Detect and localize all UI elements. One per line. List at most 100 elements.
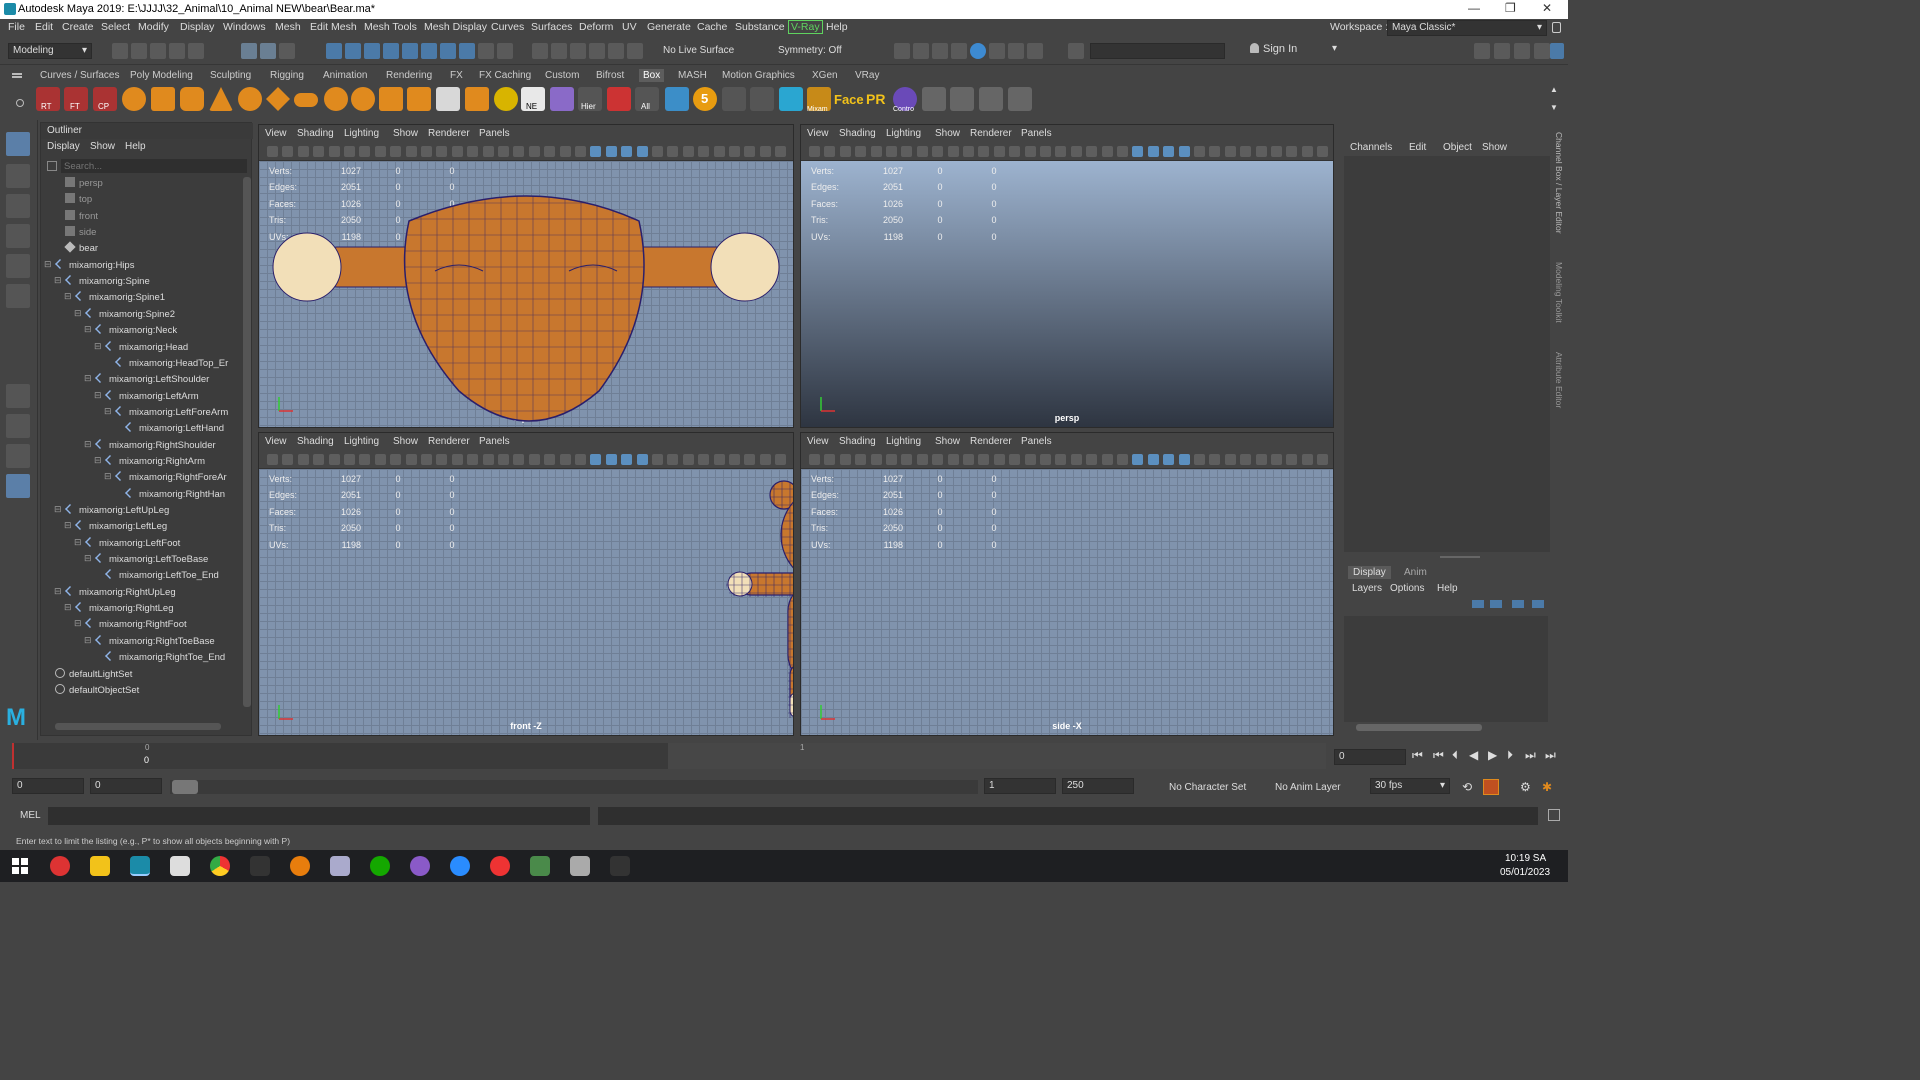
hypershade-icon[interactable]: [970, 43, 986, 59]
viewport-tool-icon[interactable]: [713, 146, 725, 157]
viewport-tool-icon[interactable]: [1224, 146, 1236, 157]
modeling-toolkit-icon[interactable]: [1474, 43, 1490, 59]
outliner-search-input[interactable]: [61, 159, 247, 173]
maya-taskbar-icon[interactable]: [130, 856, 150, 876]
viewport-menu-lighting[interactable]: Lighting: [344, 128, 379, 139]
expand-toggle-icon[interactable]: ⊟: [64, 291, 72, 302]
viewport-tool-icon[interactable]: [297, 454, 309, 465]
layer-tab-anim[interactable]: Anim: [1404, 567, 1427, 578]
viewport-menu-renderer[interactable]: Renderer: [428, 128, 470, 139]
undo-icon[interactable]: [169, 43, 185, 59]
viewport-tool-icon[interactable]: [451, 146, 463, 157]
reflection-icon[interactable]: [627, 43, 643, 59]
viewport-tool-icon[interactable]: [809, 454, 820, 465]
menu-deform[interactable]: Deform: [579, 21, 613, 33]
shelf-menu-icon[interactable]: [12, 73, 22, 75]
expand-toggle-icon[interactable]: ⊟: [104, 471, 112, 482]
outliner-node[interactable]: ⊟ mixamorig:LeftArm: [94, 390, 199, 406]
viewport-tool-icon[interactable]: [1240, 454, 1252, 465]
viewport-tool-icon[interactable]: [390, 454, 402, 465]
outliner-node[interactable]: defaultObjectSet: [55, 683, 139, 700]
viewport-tool-icon[interactable]: [421, 454, 432, 465]
outliner-node[interactable]: ⊟ mixamorig:LeftForeArm: [104, 406, 228, 422]
viewport-tool-icon[interactable]: [855, 146, 867, 157]
menu-mesh-tools[interactable]: Mesh Tools: [364, 21, 417, 33]
outliner-node[interactable]: defaultLightSet: [55, 667, 132, 684]
layer-move-up-icon[interactable]: [1472, 600, 1484, 608]
shelf-tab-curves-surfaces[interactable]: Curves / Surfaces: [40, 70, 119, 81]
viewport-tool-icon[interactable]: [513, 454, 525, 465]
cp-shelf-button[interactable]: CP: [93, 87, 117, 111]
shelf-tab-rigging[interactable]: Rigging: [270, 70, 304, 81]
viewport-tool-icon[interactable]: [590, 454, 602, 465]
viewport-tool-icon[interactable]: [775, 454, 787, 465]
outliner-node[interactable]: mixamorig:LeftHand: [125, 422, 224, 438]
viewport-tool-icon[interactable]: [498, 454, 509, 465]
shelf-tab-rendering[interactable]: Rendering: [386, 70, 432, 81]
viewport-tool-icon[interactable]: [1070, 146, 1082, 157]
quick-field[interactable]: [1090, 43, 1225, 59]
expand-toggle-icon[interactable]: ⊟: [94, 341, 102, 352]
outliner-node[interactable]: side: [65, 226, 96, 242]
tool-settings-icon[interactable]: [1514, 43, 1530, 59]
channel-box-icon[interactable]: [1534, 43, 1550, 59]
viewport-menu-show[interactable]: Show: [393, 436, 418, 447]
upwork-icon[interactable]: [370, 856, 390, 876]
viewport-menu-view[interactable]: View: [807, 128, 829, 139]
viewport-tool-icon[interactable]: [698, 454, 710, 465]
joint-tool-icon[interactable]: [665, 87, 689, 111]
select-object-icon[interactable]: [260, 43, 276, 59]
menu-file[interactable]: File: [8, 21, 25, 33]
outliner-menu-display[interactable]: Display: [47, 141, 80, 152]
viewport-tool-icon[interactable]: [1194, 454, 1205, 465]
viewport-tool-icon[interactable]: [744, 146, 756, 157]
viewport-menu-view[interactable]: View: [265, 128, 287, 139]
viewport-menu-shading[interactable]: Shading: [297, 436, 334, 447]
lasso-tool-icon[interactable]: [6, 164, 30, 188]
expand-toggle-icon[interactable]: ⊟: [74, 618, 82, 629]
viewport-tool-icon[interactable]: [901, 454, 913, 465]
viewport-tool-icon[interactable]: [1194, 146, 1205, 157]
viewport-tool-icon[interactable]: [1301, 146, 1313, 157]
outliner-menu-help[interactable]: Help: [125, 141, 146, 152]
shelf-tab-animation[interactable]: Animation: [323, 70, 367, 81]
rt-shelf-button[interactable]: RT: [36, 87, 60, 111]
viewport-tool-icon[interactable]: [436, 454, 448, 465]
viewport-tool-icon[interactable]: [282, 454, 294, 465]
viewport-tool-icon[interactable]: [947, 146, 959, 157]
mel-label[interactable]: MEL: [20, 810, 41, 821]
viewport-tool-icon[interactable]: [467, 146, 479, 157]
viewport-tool-icon[interactable]: [1101, 146, 1113, 157]
viewport-tool-icon[interactable]: [590, 146, 602, 157]
viewport-tool-icon[interactable]: [1055, 146, 1067, 157]
disc-icon[interactable]: [294, 93, 318, 107]
viewport-menu-lighting[interactable]: Lighting: [344, 436, 379, 447]
menu-vray[interactable]: V-Ray: [788, 20, 823, 34]
viewport-tool-icon[interactable]: [1317, 146, 1329, 157]
outliner-node[interactable]: ⊟ mixamorig:RightForeAr: [104, 471, 227, 487]
snap-edge-icon[interactable]: [440, 43, 456, 59]
viewport-tool-icon[interactable]: [605, 146, 617, 157]
range-end-field[interactable]: 250: [1062, 778, 1134, 794]
viewport-menu-lighting[interactable]: Lighting: [886, 128, 921, 139]
shelf-scroll-up-icon[interactable]: ▲: [1550, 85, 1558, 94]
shelf-tab-fx[interactable]: FX: [450, 70, 463, 81]
step-back-frame-icon[interactable]: ⏴: [1452, 748, 1458, 763]
viewport-tool-icon[interactable]: [682, 146, 694, 157]
shelf-scroll-down-icon[interactable]: ▼: [1550, 103, 1558, 112]
loop-icon[interactable]: ⟲: [1462, 780, 1472, 794]
viewport-tool-icon[interactable]: [978, 146, 990, 157]
viewport-tool-icon[interactable]: [575, 146, 586, 157]
viewport-tool-icon[interactable]: [1178, 454, 1190, 465]
viewport-tool-icon[interactable]: [839, 454, 851, 465]
expand-toggle-icon[interactable]: ⊟: [54, 504, 62, 515]
viewport-tool-icon[interactable]: [297, 146, 309, 157]
snap-surface-icon[interactable]: [402, 43, 418, 59]
menu-display[interactable]: Display: [180, 21, 214, 33]
maximize-button[interactable]: ❐: [1505, 1, 1516, 15]
viewport-tool-icon[interactable]: [405, 146, 417, 157]
viewport-menu-renderer[interactable]: Renderer: [970, 436, 1012, 447]
viewport-tool-icon[interactable]: [1255, 454, 1267, 465]
viewport-tool-icon[interactable]: [1086, 146, 1098, 157]
viewport-tool-icon[interactable]: [1132, 454, 1144, 465]
